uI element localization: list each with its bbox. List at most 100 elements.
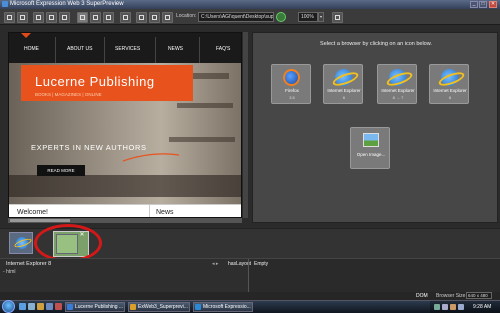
firefox-icon bbox=[283, 69, 300, 86]
quick-launch-media-icon[interactable] bbox=[46, 303, 53, 310]
open-image-label: Open Image... bbox=[356, 152, 386, 157]
browser-tile-ie6[interactable]: Internet Explorer 6 bbox=[323, 64, 363, 104]
read-more-button[interactable]: READ MORE bbox=[37, 165, 85, 176]
bookshelf bbox=[9, 175, 241, 197]
browser-name: Internet Explorer bbox=[381, 88, 415, 93]
session-ie-thumbnail[interactable] bbox=[9, 232, 33, 254]
open-image-tile[interactable]: Open Image... bbox=[350, 127, 390, 169]
brand-title: Lucerne Publishing bbox=[35, 74, 155, 89]
bookshelf bbox=[169, 137, 235, 142]
pan-tool-icon[interactable] bbox=[17, 12, 28, 23]
minimize-button[interactable]: _ bbox=[470, 1, 478, 8]
refresh-icon[interactable] bbox=[276, 12, 286, 22]
folder-icon bbox=[130, 304, 136, 310]
chevron-down-icon[interactable]: ▾ bbox=[318, 12, 324, 22]
location-input[interactable]: C:\Users\AGI\quent\Desktop\supes bbox=[198, 12, 274, 22]
network-icon[interactable] bbox=[434, 304, 440, 310]
select-tool-icon[interactable] bbox=[4, 12, 15, 23]
maximize-button[interactable]: □ bbox=[479, 1, 487, 8]
close-button[interactable]: ✕ bbox=[489, 1, 497, 8]
browser-name: Firefox bbox=[285, 88, 299, 93]
browser-version: 6 bbox=[342, 95, 346, 100]
window-title: Microsoft Expression Web 3 SuperPreview bbox=[10, 1, 124, 7]
brand-tagline: BOOKS | MAGAZINES | ONLINE bbox=[35, 92, 102, 97]
ie-icon bbox=[67, 304, 73, 310]
ie-icon bbox=[389, 69, 406, 86]
layout-side-by-side-icon[interactable] bbox=[77, 12, 88, 23]
pin-icon[interactable] bbox=[332, 12, 343, 23]
browser-version: 3.5 bbox=[289, 95, 295, 100]
nav-divider bbox=[199, 37, 200, 63]
property-value: Empty bbox=[254, 261, 269, 267]
active-arrow-icon bbox=[21, 33, 31, 38]
layout-vertical-icon[interactable] bbox=[103, 12, 114, 23]
pane-divider[interactable] bbox=[248, 259, 249, 292]
browser-size-select[interactable]: 640 x 480 bbox=[466, 292, 492, 299]
dom-nav-arrows[interactable]: ◂ ▸ bbox=[212, 261, 218, 267]
ruler-icon[interactable] bbox=[33, 12, 44, 23]
browser-name: Internet Explorer bbox=[433, 88, 467, 93]
location-label: Location: bbox=[176, 13, 197, 19]
ie-icon bbox=[16, 237, 28, 249]
clock[interactable]: 9:28 AM bbox=[473, 304, 491, 310]
tray-app-icon[interactable] bbox=[458, 304, 464, 310]
nav-divider bbox=[104, 37, 105, 63]
dom-tab[interactable]: DOM bbox=[416, 293, 428, 299]
title-bar: Microsoft Expression Web 3 SuperPreview … bbox=[0, 0, 500, 9]
task-label: Lucerne Publishing ... bbox=[75, 304, 124, 310]
quick-launch-ie-icon[interactable] bbox=[19, 303, 26, 310]
picker-instruction: Select a browser by clicking on an icon … bbox=[320, 41, 432, 47]
task-lucerne[interactable]: Lucerne Publishing ... bbox=[65, 302, 125, 312]
zoom-select[interactable]: 100% bbox=[298, 12, 318, 22]
browser-name: Internet Explorer bbox=[327, 88, 361, 93]
site-nav: HOME ABOUT US SERVICES NEWS FAQ'S bbox=[9, 33, 241, 63]
news-heading: News bbox=[156, 209, 174, 216]
dom-tree-node[interactable]: - html bbox=[3, 269, 16, 275]
task-label: ExWeb3_Superprevi... bbox=[138, 304, 188, 310]
nav-divider bbox=[155, 37, 156, 63]
nav-faqs[interactable]: FAQ'S bbox=[216, 46, 230, 52]
browser-tile-firefox[interactable]: Firefox 3.5 bbox=[271, 64, 311, 104]
nav-divider bbox=[55, 37, 56, 63]
task-expression[interactable]: Microsoft Expressio... bbox=[193, 302, 253, 312]
baseline-preview-pane[interactable]: HOME ABOUT US SERVICES NEWS FAQ'S Lucern… bbox=[8, 32, 242, 218]
browser-version: 8 → 7 bbox=[392, 95, 404, 100]
vertical-scrollbar[interactable] bbox=[243, 32, 248, 218]
page-icon[interactable] bbox=[149, 12, 160, 23]
overlay-icon[interactable] bbox=[46, 12, 57, 23]
nav-home[interactable]: HOME bbox=[24, 46, 39, 52]
sync-icon[interactable] bbox=[136, 12, 147, 23]
nav-news[interactable]: NEWS bbox=[168, 46, 183, 52]
ie-icon bbox=[441, 69, 458, 86]
toolbar: Location: C:\Users\AGI\quent\Desktop\sup… bbox=[0, 9, 500, 25]
welcome-section: Welcome! bbox=[9, 204, 149, 217]
welcome-heading: Welcome! bbox=[17, 209, 48, 216]
task-label: Microsoft Expressio... bbox=[203, 304, 251, 310]
quick-launch-folder-icon[interactable] bbox=[37, 303, 44, 310]
layout-overlay-icon[interactable] bbox=[120, 12, 131, 23]
highlight-icon[interactable] bbox=[59, 12, 70, 23]
task-exweb3[interactable]: ExWeb3_Superprevi... bbox=[128, 302, 190, 312]
browser-version: 8 bbox=[448, 95, 452, 100]
nav-services[interactable]: SERVICES bbox=[115, 46, 140, 52]
horizontal-scrollbar[interactable] bbox=[8, 218, 242, 223]
expression-icon bbox=[195, 304, 201, 310]
start-button[interactable] bbox=[2, 300, 15, 313]
tray-app-icon[interactable] bbox=[450, 304, 456, 310]
app-icon bbox=[2, 1, 8, 7]
nav-about-us[interactable]: ABOUT US bbox=[67, 46, 92, 52]
browser-picker-pane: Select a browser by clicking on an icon … bbox=[252, 32, 498, 223]
browser-tile-ie8[interactable]: Internet Explorer 8 bbox=[429, 64, 469, 104]
quick-launch-desktop-icon[interactable] bbox=[28, 303, 35, 310]
volume-icon[interactable] bbox=[442, 304, 448, 310]
dom-browser-label: Internet Explorer 8 bbox=[6, 261, 52, 267]
ie-icon bbox=[335, 69, 352, 86]
news-section: News bbox=[149, 204, 241, 217]
quick-launch-app-icon[interactable] bbox=[55, 303, 62, 310]
image-icon bbox=[363, 133, 379, 147]
browser-tile-ie8-7[interactable]: Internet Explorer 8 → 7 bbox=[377, 64, 417, 104]
screen-icon[interactable] bbox=[162, 12, 173, 23]
layout-horizontal-icon[interactable] bbox=[90, 12, 101, 23]
scroll-thumb[interactable] bbox=[10, 219, 70, 222]
swoosh-decoration bbox=[122, 153, 180, 162]
